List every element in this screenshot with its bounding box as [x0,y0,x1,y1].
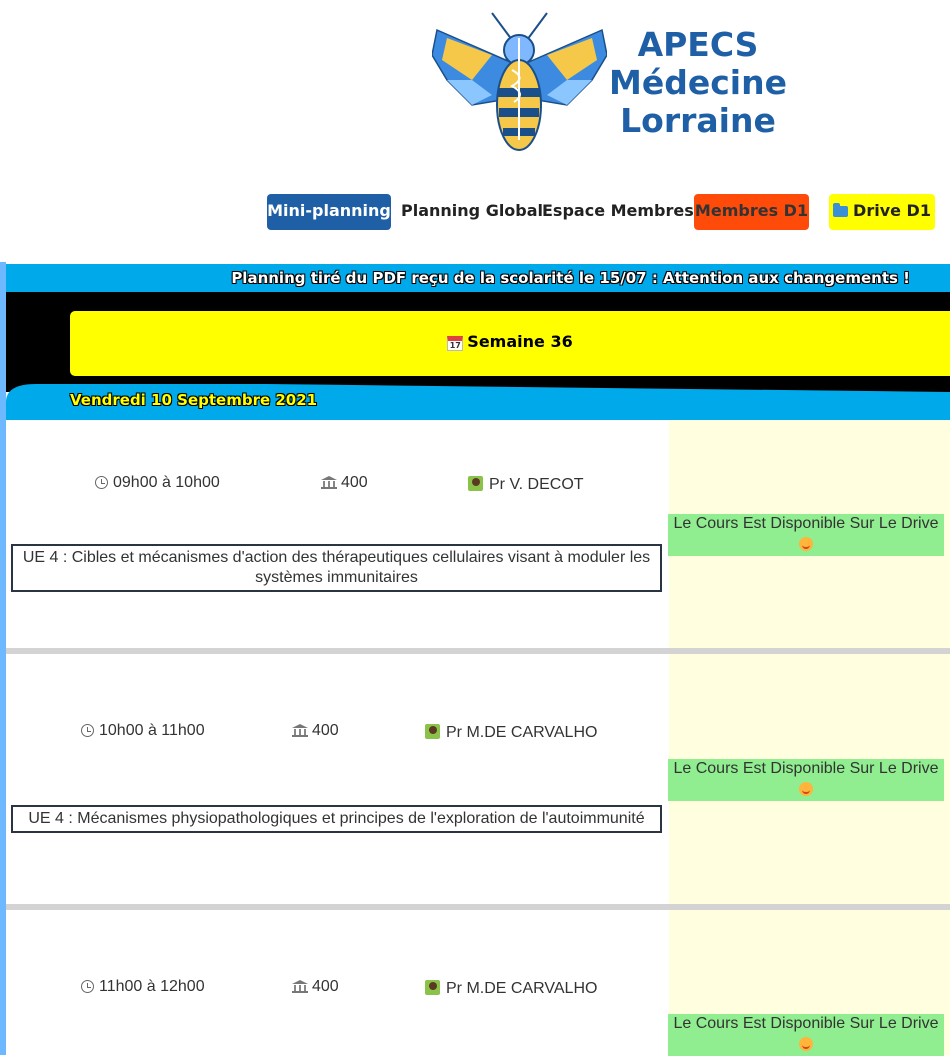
building-icon [292,980,308,993]
course-room-text: 400 [312,722,339,739]
teacher-icon [468,476,483,491]
planning-frame: Planning tiré du PDF reçu de la scolarit… [0,262,950,1056]
course-professor: Pr M.DE CARVALHO [425,722,597,742]
course-title: UE 4 : Cibles et mécanismes d'action des… [11,544,662,592]
clock-icon [95,476,108,489]
week-label: Semaine 36 [467,332,573,351]
course-available-badge[interactable]: Le Cours Est Disponible Sur Le Drive [668,1014,944,1056]
building-icon [321,476,337,489]
clock-icon [81,980,94,993]
nav-drive-d1-label: Drive D1 [853,201,931,220]
course-room-text: 400 [341,474,368,491]
building-icon [292,724,308,737]
course-available-text: Le Cours Est Disponible Sur Le Drive [673,1015,939,1032]
course-professor: Pr V. DECOT [468,474,584,494]
course-time: 10h00 à 11h00 [81,722,205,740]
smile-icon [799,782,813,796]
nav-drive-d1[interactable]: Drive D1 [829,194,935,230]
clock-icon [81,724,94,737]
smile-icon [799,1037,813,1051]
brand-line-1: APECS [637,25,759,64]
logo[interactable]: APECS Médecine Lorraine [432,10,792,160]
course-time-text: 10h00 à 11h00 [99,722,205,739]
nav-mini-planning[interactable]: Mini-planning [267,194,391,230]
course-room: 400 [321,474,368,492]
teacher-icon [425,980,440,995]
nav-espace-membres[interactable]: Espace Membres [542,194,694,230]
course-professor-text: Pr V. DECOT [489,476,584,493]
course-time: 11h00 à 12h00 [81,978,205,996]
week-banner: 17 Semaine 36 [70,311,950,376]
course-available-badge[interactable]: Le Cours Est Disponible Sur Le Drive [668,514,944,556]
brand-line-2: Médecine [609,63,787,102]
course-available-text: Le Cours Est Disponible Sur Le Drive [673,760,939,777]
course-info [6,654,669,904]
site-header: APECS Médecine Lorraine Mini-planning Pl… [0,0,950,262]
course-title: UE 4 : Mécanismes physiopathologiques et… [11,805,662,833]
notice-text: Planning tiré du PDF reçu de la scolarit… [231,269,910,287]
course-professor-text: Pr M.DE CARVALHO [446,980,598,997]
bee-logo-icon [432,12,607,151]
course-info [6,420,669,648]
course-room: 400 [292,978,339,996]
course-professor: Pr M.DE CARVALHO [425,978,597,998]
course-available-text: Le Cours Est Disponible Sur Le Drive [673,515,939,532]
brand-line-3: Lorraine [620,101,776,140]
course-time-text: 11h00 à 12h00 [99,978,205,995]
teacher-icon [425,724,440,739]
course-available-badge[interactable]: Le Cours Est Disponible Sur Le Drive [668,759,944,801]
course-room-text: 400 [312,978,339,995]
folder-icon [833,203,849,217]
nav-membres-d1[interactable]: Membres D1 [694,194,809,230]
day-title: Vendredi 10 Septembre 2021 [70,391,318,409]
smile-icon [799,537,813,551]
course-room: 400 [292,722,339,740]
calendar-icon: 17 [447,336,464,351]
course-professor-text: Pr M.DE CARVALHO [446,724,598,741]
brand-name: APECS Médecine Lorraine [608,26,788,140]
course-time: 09h00 à 10h00 [95,474,220,492]
nav-planning-global[interactable]: Planning Global [401,194,543,230]
course-time-text: 09h00 à 10h00 [113,474,220,491]
